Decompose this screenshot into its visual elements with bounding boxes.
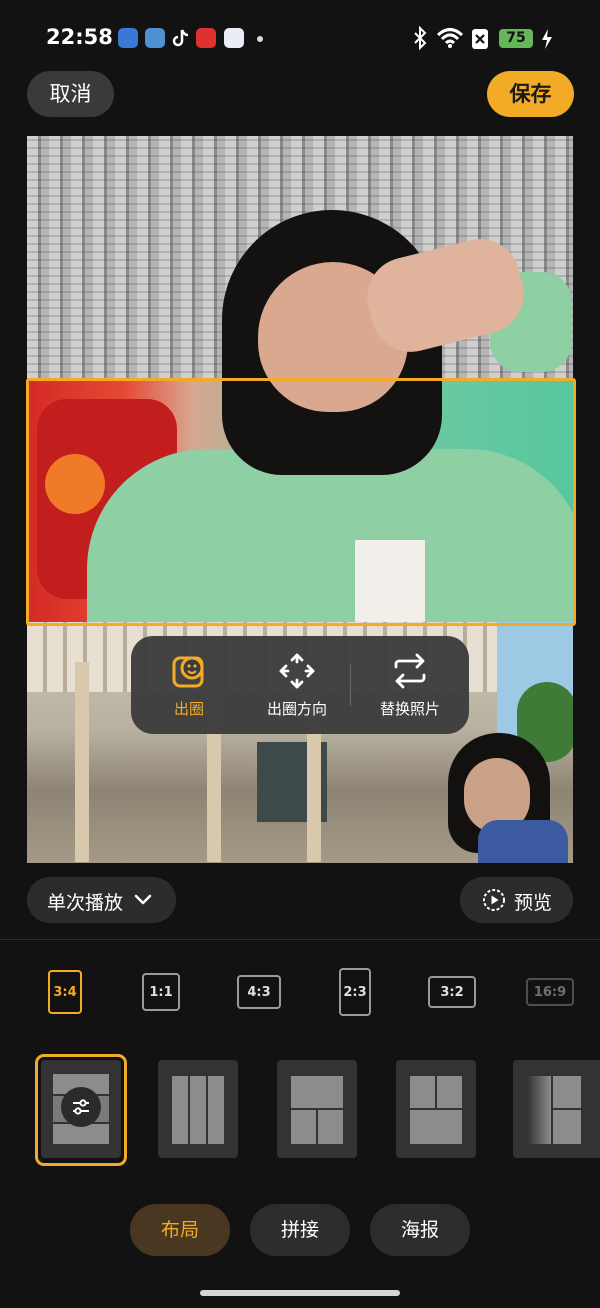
popup-item-cutout[interactable]: 出圈 (131, 636, 247, 734)
ratio-1-1[interactable]: 1:1 (136, 970, 186, 1014)
ratio-label: 3:2 (428, 976, 476, 1008)
layout-cell (437, 1076, 462, 1108)
popup-item-label: 出圈方向 (266, 700, 327, 718)
layout-cell (318, 1110, 343, 1144)
layout-cell (553, 1110, 581, 1144)
panel-divider (0, 939, 600, 940)
layout-three-column[interactable] (158, 1060, 238, 1158)
layout-top-wide-two-bottom[interactable] (277, 1060, 357, 1158)
layout-cell (208, 1076, 224, 1144)
bluetooth-icon (414, 26, 427, 50)
tab-layout[interactable]: 布局 (130, 1204, 230, 1256)
layout-cell (527, 1076, 551, 1144)
home-indicator[interactable] (200, 1290, 400, 1296)
ratio-label: 1:1 (142, 973, 180, 1011)
second-person-body (478, 820, 568, 863)
sliders-icon (73, 1099, 89, 1115)
play-mode-dropdown[interactable]: 单次播放 (27, 877, 176, 923)
xiaohongshu-icon (196, 28, 216, 48)
layout-cell (291, 1110, 316, 1144)
tiktok-icon (172, 29, 189, 47)
preview-label: 预览 (514, 892, 553, 914)
popup-item-cutout-direction[interactable]: 出圈方向 (247, 636, 347, 734)
swap-icon (394, 653, 426, 689)
layout-cell (410, 1076, 435, 1108)
cancel-button[interactable]: 取消 (27, 71, 114, 117)
ratio-3-2[interactable]: 3:2 (425, 970, 479, 1014)
ratio-label: 3:4 (48, 970, 82, 1014)
selected-photo-frame[interactable] (26, 378, 576, 626)
notification-dot (257, 36, 263, 42)
ratio-16-9[interactable]: 16:9 (522, 970, 578, 1014)
tab-poster[interactable]: 海报 (370, 1204, 470, 1256)
play-circle-icon (483, 889, 505, 911)
no-sim-icon (472, 29, 488, 49)
ratio-3-4[interactable]: 3:4 (40, 970, 90, 1014)
notes-app-icon (118, 28, 138, 48)
preview-button[interactable]: 预览 (460, 877, 573, 923)
move-arrows-icon (279, 653, 315, 689)
popup-item-label: 替换照片 (379, 700, 440, 718)
layout-cell (410, 1110, 462, 1144)
cutout-icon (172, 656, 204, 688)
layout-two-top-wide-bottom[interactable] (396, 1060, 476, 1158)
tab-stitch[interactable]: 拼接 (250, 1204, 350, 1256)
status-time: 22:58 (46, 25, 113, 49)
ratio-label: 4:3 (237, 975, 281, 1009)
play-mode-label: 单次播放 (47, 892, 124, 914)
save-button[interactable]: 保存 (487, 71, 574, 117)
popup-item-label: 出圈 (173, 700, 204, 718)
gallery-app-icon (145, 28, 165, 48)
chevron-down-icon (134, 894, 152, 905)
popup-item-replace-photo[interactable]: 替换照片 (351, 636, 469, 734)
wifi-icon (436, 28, 464, 48)
layout-partial-grid[interactable] (513, 1060, 600, 1158)
photo-action-popup: 出圈 出圈方向 替换照片 (131, 636, 469, 734)
browser-app-icon (224, 28, 244, 48)
pillar (75, 662, 89, 862)
layout-cell (291, 1076, 343, 1108)
ratio-label: 2:3 (339, 968, 371, 1016)
layout-cell (172, 1076, 188, 1144)
ratio-2-3[interactable]: 2:3 (330, 968, 380, 1016)
layout-adjust-button[interactable] (61, 1087, 101, 1127)
layout-cell (190, 1076, 206, 1144)
ratio-label: 16:9 (526, 978, 574, 1006)
charging-icon (542, 29, 552, 49)
ratio-4-3[interactable]: 4:3 (234, 970, 284, 1014)
battery-indicator: 75 (499, 29, 533, 48)
layout-cell (553, 1076, 581, 1108)
